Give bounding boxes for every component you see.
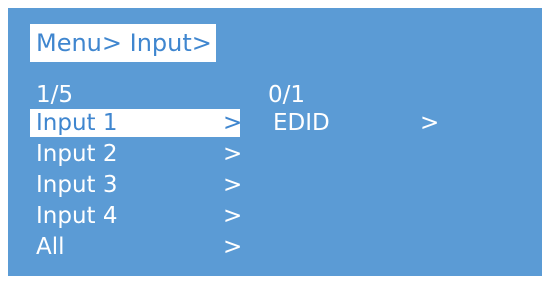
- menu-item-label: Input 4: [36, 203, 118, 229]
- chevron-right-icon: >: [223, 141, 243, 167]
- osd-menu-screen: Menu> Input> 1/5 Input 1 > Input 2 > Inp…: [8, 8, 542, 276]
- chevron-right-icon: >: [223, 234, 243, 260]
- menu-item-input-4[interactable]: Input 4 >: [30, 202, 243, 230]
- menu-item-all[interactable]: All >: [30, 233, 243, 261]
- menu-item-label: Input 2: [36, 141, 118, 167]
- menu-item-input-3[interactable]: Input 3 >: [30, 171, 243, 199]
- left-page-indicator: 1/5: [36, 82, 74, 108]
- chevron-right-icon: >: [223, 110, 243, 136]
- submenu-item-label: EDID: [273, 110, 330, 136]
- chevron-right-icon: >: [223, 172, 243, 198]
- menu-item-label: All: [36, 234, 65, 260]
- breadcrumb: Menu> Input>: [30, 24, 216, 62]
- menu-item-input-2[interactable]: Input 2 >: [30, 140, 243, 168]
- submenu-item-edid[interactable]: EDID >: [267, 109, 457, 137]
- chevron-right-icon: >: [420, 110, 440, 136]
- chevron-right-icon: >: [223, 203, 243, 229]
- menu-item-input-1[interactable]: Input 1 >: [30, 109, 243, 137]
- menu-item-label: Input 3: [36, 172, 118, 198]
- menu-item-label: Input 1: [36, 110, 118, 136]
- right-page-indicator: 0/1: [268, 82, 306, 108]
